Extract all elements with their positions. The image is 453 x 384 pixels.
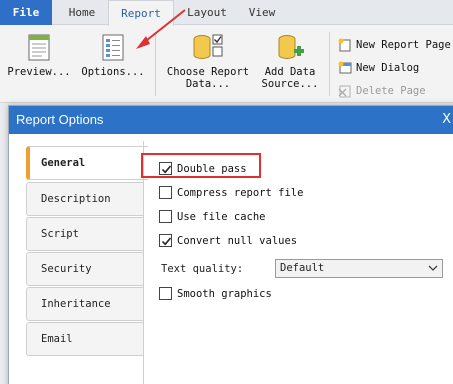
- new-dialog-label: New Dialog: [356, 62, 420, 74]
- tab-home[interactable]: Home: [58, 0, 106, 25]
- delete-page-label: Delete Page: [356, 85, 426, 97]
- database-check-icon: [193, 34, 223, 59]
- tab-general[interactable]: General: [26, 146, 148, 180]
- ribbon-separator: [155, 32, 156, 96]
- use-file-cache-checkbox[interactable]: [159, 210, 172, 223]
- tab-file[interactable]: File: [0, 0, 52, 25]
- chevron-down-icon: [428, 265, 438, 271]
- tab-script[interactable]: Script: [26, 217, 144, 251]
- database-add-icon: [278, 35, 304, 59]
- tab-layout[interactable]: Layout: [182, 0, 232, 25]
- ribbon-tab-bar: File Home Report Layout View: [0, 0, 453, 26]
- smooth-graphics-checkbox[interactable]: [159, 287, 172, 300]
- convert-null-checkbox[interactable]: [159, 234, 172, 247]
- preview-button-label: Preview...: [7, 66, 71, 78]
- text-quality-label: Text quality:: [161, 263, 244, 275]
- new-dialog-icon: [338, 61, 352, 74]
- add-data-source-label-2: Source...: [261, 78, 319, 90]
- tab-report[interactable]: Report: [108, 0, 174, 26]
- options-button-label: Options...: [81, 66, 145, 78]
- compress-report-checkbox[interactable]: [159, 186, 172, 199]
- close-icon[interactable]: X: [442, 106, 451, 134]
- new-page-icon: [338, 38, 351, 52]
- delete-page-button[interactable]: Delete Page: [338, 82, 453, 100]
- dialog-title: Report Options: [16, 112, 104, 127]
- text-quality-select[interactable]: Default: [275, 259, 443, 278]
- options-button[interactable]: Options...: [78, 32, 148, 78]
- convert-null-label: Convert null values: [177, 235, 298, 247]
- tab-view[interactable]: View: [240, 0, 284, 25]
- text-quality-value: Default: [280, 262, 325, 274]
- tab-email[interactable]: Email: [26, 322, 144, 356]
- new-dialog-button[interactable]: New Dialog: [338, 59, 453, 77]
- smooth-graphics-label: Smooth graphics: [177, 288, 272, 300]
- report-options-dialog: Report Options X General Description Scr…: [8, 105, 453, 384]
- delete-page-icon: [338, 85, 351, 98]
- tab-description[interactable]: Description: [26, 182, 144, 216]
- tab-security[interactable]: Security: [26, 252, 144, 286]
- add-data-source-button[interactable]: Add Data Source...: [258, 32, 322, 90]
- preview-button[interactable]: Preview...: [6, 32, 72, 78]
- new-report-page-button[interactable]: New Report Page: [338, 36, 453, 54]
- highlight-box: [141, 153, 261, 178]
- checkmark-icon: [161, 237, 172, 246]
- use-file-cache-label: Use file cache: [177, 211, 266, 223]
- dialog-titlebar[interactable]: Report Options: [9, 106, 453, 134]
- report-preview-icon: [28, 34, 50, 61]
- choose-report-data-button[interactable]: Choose Report Data...: [162, 32, 254, 90]
- add-data-source-label-1: Add Data: [264, 66, 316, 78]
- tab-inheritance[interactable]: Inheritance: [26, 287, 144, 321]
- new-report-page-label: New Report Page: [356, 39, 451, 51]
- report-options-icon: [102, 34, 124, 61]
- compress-report-label: Compress report file: [177, 187, 304, 199]
- choose-report-data-label-2: Data...: [185, 78, 231, 90]
- ribbon: File Home Report Layout View Preview... …: [0, 0, 453, 103]
- choose-report-data-label-1: Choose Report: [166, 66, 250, 78]
- ribbon-separator: [329, 32, 330, 96]
